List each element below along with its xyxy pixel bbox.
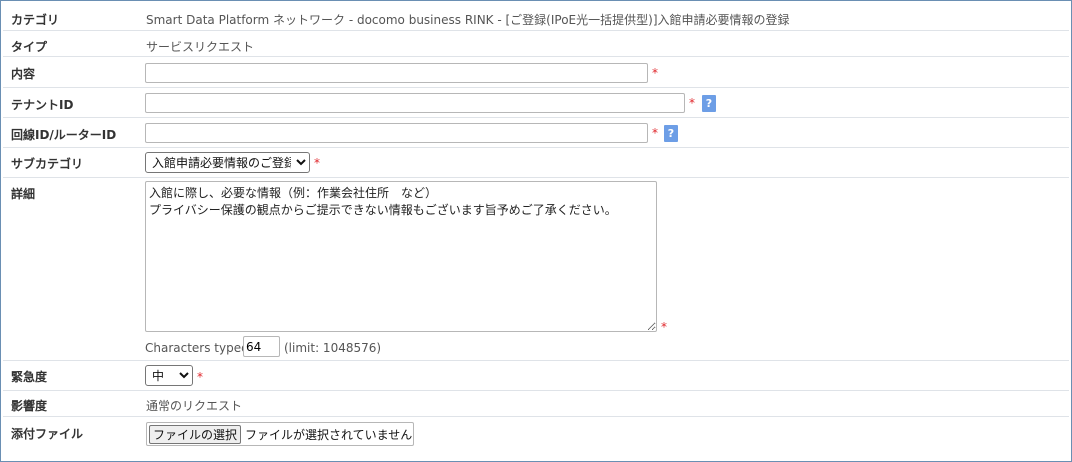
request-form: カテゴリ Smart Data Platform ネットワーク - docomo… <box>0 0 1072 462</box>
label-type: タイプ <box>11 40 48 54</box>
urgency-select[interactable]: 中 <box>145 365 193 386</box>
row-line-id: 回線ID/ルーターID * ? <box>3 118 1069 148</box>
file-status: ファイルが選択されていません <box>245 427 413 442</box>
required-marker: * <box>652 66 658 80</box>
label-impact: 影響度 <box>11 399 48 413</box>
row-detail: 詳細 入館に際し、必要な情報（例：作業会社住所 など） プライバシー保護の観点か… <box>3 178 1069 361</box>
row-category: カテゴリ Smart Data Platform ネットワーク - docomo… <box>3 1 1069 31</box>
value-type: サービスリクエスト <box>146 40 255 54</box>
row-urgency: 緊急度 中 * <box>3 361 1069 391</box>
label-tenant-id: テナントID <box>11 98 74 112</box>
value-category: Smart Data Platform ネットワーク - docomo busi… <box>146 13 790 27</box>
label-content: 内容 <box>11 67 36 81</box>
chars-limit-label: (limit: 1048576) <box>284 341 382 355</box>
tenant-id-input[interactable] <box>145 93 685 113</box>
choose-file-button[interactable]: ファイルの選択 <box>149 424 242 444</box>
chars-typed-label: Characters typed: <box>145 341 253 355</box>
row-type: タイプ サービスリクエスト <box>3 31 1069 57</box>
detail-textarea[interactable]: 入館に際し、必要な情報（例：作業会社住所 など） プライバシー保護の観点からご提… <box>145 181 657 332</box>
required-marker: * <box>661 320 667 334</box>
help-icon[interactable]: ? <box>702 95 716 112</box>
required-marker: * <box>314 156 320 170</box>
label-category: カテゴリ <box>11 13 60 27</box>
row-subcategory: サブカテゴリ 入館申請必要情報のご登録 * <box>3 148 1069 178</box>
subcategory-select[interactable]: 入館申請必要情報のご登録 <box>145 152 310 173</box>
label-line-id: 回線ID/ルーターID <box>11 128 117 142</box>
content-input[interactable] <box>145 63 648 83</box>
chars-count-field <box>243 336 280 357</box>
row-impact: 影響度 通常のリクエスト <box>3 391 1069 417</box>
required-marker: * <box>689 96 695 110</box>
row-attachment: 添付ファイル ファイルの選択 ファイルが選択されていません <box>3 417 1069 450</box>
help-icon[interactable]: ? <box>664 125 678 142</box>
label-subcategory: サブカテゴリ <box>11 157 84 171</box>
label-urgency: 緊急度 <box>11 370 48 384</box>
required-marker: * <box>197 370 203 384</box>
label-detail: 詳細 <box>11 187 36 201</box>
line-id-input[interactable] <box>145 123 648 143</box>
required-marker: * <box>652 126 658 140</box>
file-input[interactable]: ファイルの選択 ファイルが選択されていません <box>146 422 414 446</box>
label-attachment: 添付ファイル <box>11 427 84 441</box>
value-impact: 通常のリクエスト <box>146 399 243 413</box>
row-tenant-id: テナントID * ? <box>3 88 1069 118</box>
row-content: 内容 * <box>3 57 1069 88</box>
